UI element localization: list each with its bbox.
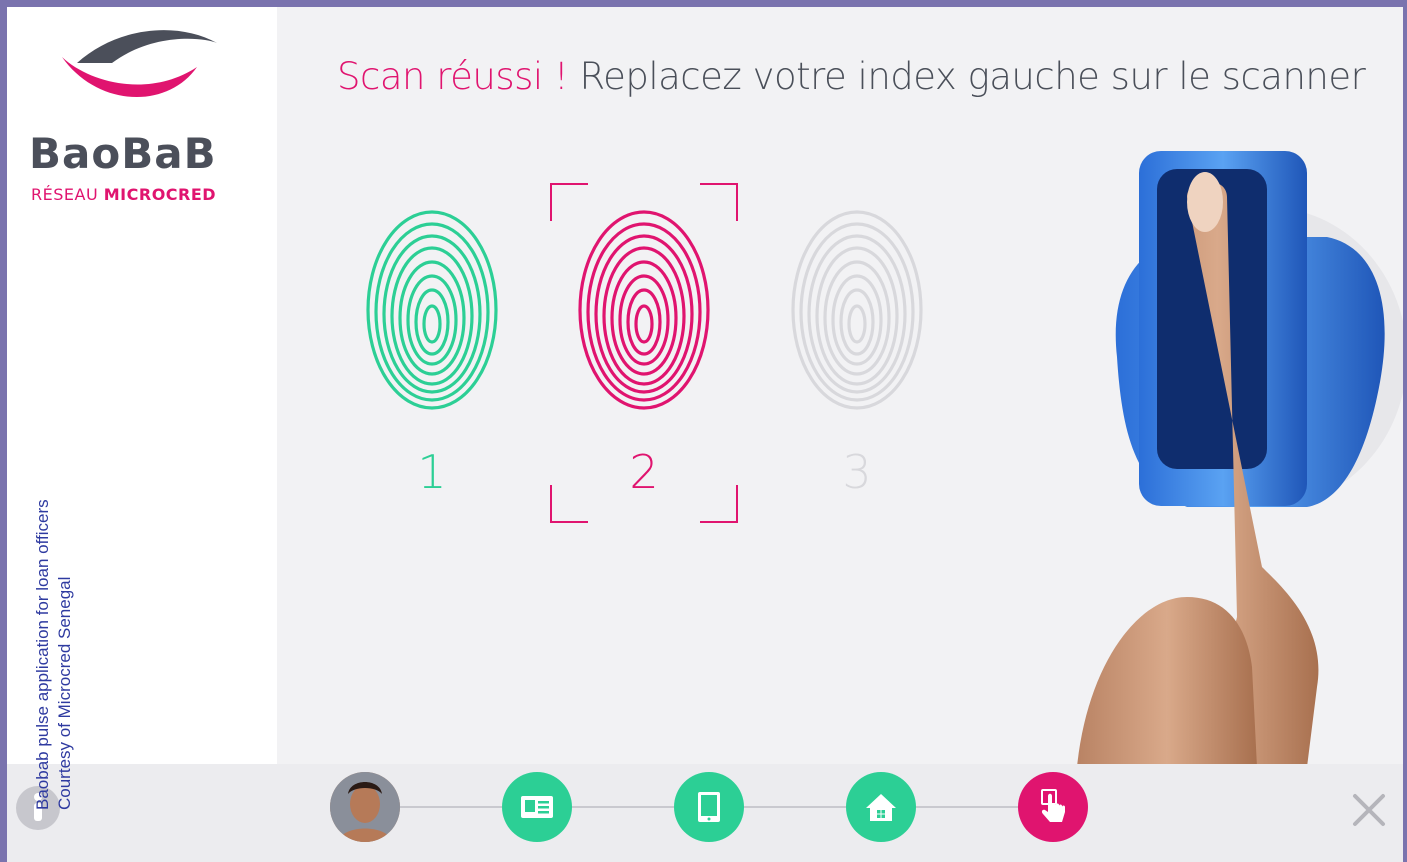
page-title: Scan réussi ! Replacez votre index gauch… [337, 55, 1366, 98]
selection-corner-bl [550, 485, 588, 523]
client-avatar [330, 772, 400, 842]
step-id-card[interactable] [502, 772, 572, 842]
brand-name: BaoBaB [29, 129, 217, 178]
fingerprint-3-icon [791, 210, 923, 410]
selection-corner-tr [700, 183, 738, 221]
close-button[interactable] [1349, 790, 1389, 830]
brand-network: RÉSEAU MICROCRED [31, 185, 216, 204]
caption-line-1: Baobab pulse application for loan office… [33, 499, 52, 810]
fingerprint-scanner-illustration [1077, 151, 1403, 764]
step-connector [742, 806, 846, 808]
selection-corner-tl [550, 183, 588, 221]
step-home[interactable] [846, 772, 916, 842]
scan-panel: Scan réussi ! Replacez votre index gauch… [277, 7, 1403, 764]
step-device[interactable] [674, 772, 744, 842]
step-connector [914, 806, 1018, 808]
selection-corner-br [700, 485, 738, 523]
brand-network-prefix: RÉSEAU [31, 185, 99, 204]
baobab-logo-icon [62, 30, 217, 98]
home-icon [866, 794, 896, 821]
scan-number-3: 3 [842, 445, 872, 499]
step-fingerprint[interactable] [1018, 772, 1088, 842]
tablet-icon [698, 792, 720, 822]
caption-line-2: Courtesy of Microcred Senegal [55, 576, 74, 810]
touch-icon [1041, 789, 1065, 822]
scan-success-text: Scan réussi ! [337, 55, 569, 98]
app-frame: BaoBaB RÉSEAU MICROCRED Scan réussi ! Re… [7, 7, 1403, 862]
scan-number-2: 2 [629, 445, 659, 499]
image-caption: Baobab pulse application for loan office… [32, 499, 76, 810]
fingerprint-2-icon [578, 210, 710, 410]
fingerprint-1-icon [366, 210, 498, 410]
id-card-icon [521, 796, 553, 818]
close-icon [1353, 794, 1385, 826]
scan-number-1: 1 [417, 445, 447, 499]
step-connector [398, 806, 502, 808]
brand-network-name: MICROCRED [103, 185, 217, 204]
step-client-avatar[interactable] [330, 772, 400, 842]
scan-instruction-text: Replacez votre index gauche sur le scann… [579, 55, 1366, 98]
step-connector [570, 806, 674, 808]
